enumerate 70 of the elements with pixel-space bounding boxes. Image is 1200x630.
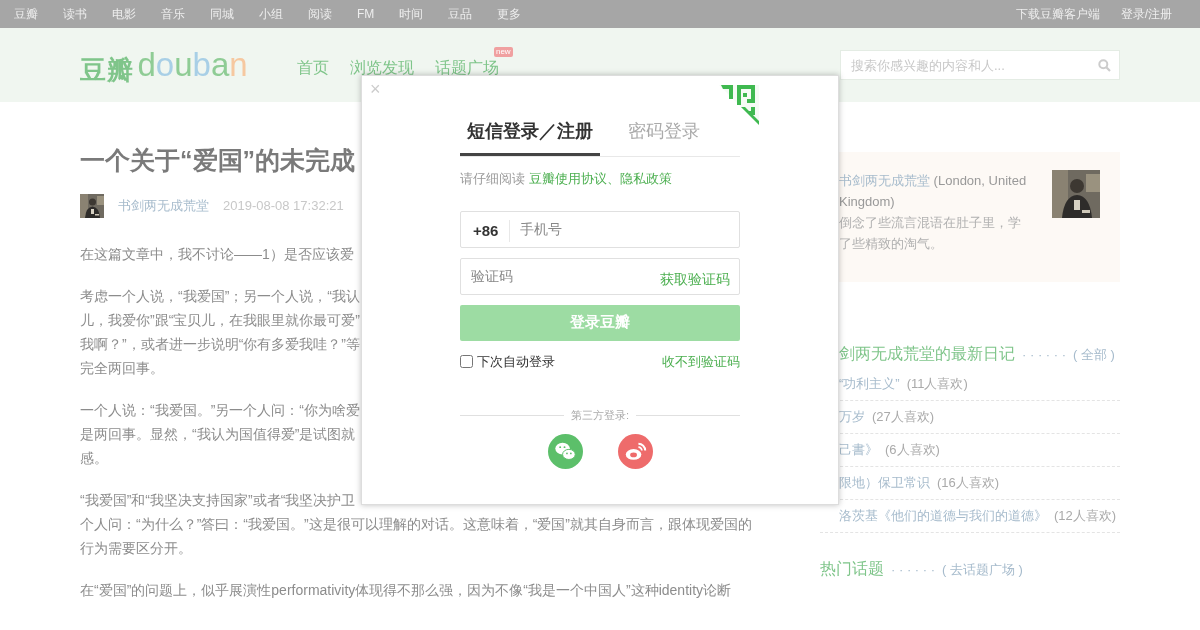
top-nav-link[interactable]: 阅读	[308, 5, 332, 23]
diary-link[interactable]: 洛茨基《他们的道德与我们的道德》	[839, 508, 1047, 523]
profile-bio: 倒念了些流言混语在肚子里，学	[839, 214, 1021, 232]
top-nav-link[interactable]: 小组	[259, 5, 283, 23]
like-count: (27人喜欢)	[872, 409, 935, 424]
diary-link[interactable]: “功利主义”	[839, 376, 900, 391]
paragraph-text: 一个人说：“我爱国。”另一个人问：“你为啥爱	[80, 401, 360, 420]
wechat-icon[interactable]	[547, 433, 583, 469]
weibo-icon[interactable]	[617, 433, 653, 469]
code-field[interactable]: 验证码 获取验证码	[460, 257, 740, 295]
all-link[interactable]: ( 全部 )	[1073, 345, 1115, 365]
top-nav-link[interactable]: 音乐	[161, 5, 185, 23]
like-count: (6人喜欢)	[885, 442, 940, 457]
article-title: 一个关于“爱国”的未完成	[80, 145, 356, 176]
top-nav-link[interactable]: FM	[357, 5, 375, 23]
profile-info: 书剑两无成荒堂 (London, United Kingdom)	[839, 172, 1028, 211]
dotted-leader: · · · · · ·	[1022, 346, 1067, 364]
top-nav-link[interactable]: 同城	[210, 5, 234, 23]
remember-label: 下次自动登录	[476, 352, 555, 371]
top-nav-link[interactable]: 更多	[497, 5, 522, 23]
douban-logo[interactable]: 豆瓣 douban	[80, 40, 248, 90]
agreement-link[interactable]: 豆瓣使用协议、隐私政策	[528, 171, 672, 186]
top-nav-link[interactable]: 下载豆瓣客户端	[1015, 5, 1100, 23]
top-nav-link[interactable]: 读书	[63, 5, 87, 23]
paragraph-text: 儿，我爱你”跟“宝贝儿，在我眼里就你最可爱”	[80, 311, 360, 330]
nav-link[interactable]: 首页	[296, 59, 329, 76]
get-code-link[interactable]: 获取验证码	[660, 268, 739, 290]
top-nav-link[interactable]: 豆品	[448, 5, 473, 23]
like-count: (12人喜欢)	[1054, 508, 1117, 523]
paragraph-text: 个人问：“为什么？”答曰：“我爱国。”这是很可以理解的对话。这意味着，“爱国”就其自身而言，跟体现爱国的	[80, 515, 752, 534]
new-badge: new	[493, 47, 513, 57]
paragraph-text: 感。	[80, 449, 108, 468]
login-tab[interactable]: 密码登录	[621, 112, 707, 156]
top-nav-link[interactable]: 豆瓣	[14, 5, 38, 23]
phone-field[interactable]: +86 手机号	[460, 210, 740, 248]
no-code-link[interactable]: 收不到验证码	[662, 351, 740, 371]
verification-code-field[interactable]: 验证码	[461, 258, 660, 294]
top-nav-link[interactable]: 时间	[399, 5, 424, 23]
paragraph-text: “我爱国”和“我坚决支持国家”或者“我坚决护卫	[80, 491, 356, 510]
paragraph-text: 是两回事。显然，“我认为国值得爱”是试图就	[80, 425, 356, 444]
login-tab[interactable]: 短信登录／注册	[460, 112, 600, 156]
paragraph-text: 在这篇文章中，我不讨论——1）是否应该爱	[80, 245, 354, 264]
phone-number-field[interactable]: 手机号	[510, 211, 739, 247]
country-code: +86	[461, 220, 511, 242]
agreement-text: 请仔细阅读	[460, 171, 525, 186]
diary-link[interactable]: 万岁	[839, 409, 865, 424]
like-count: (16人喜欢)	[937, 475, 1000, 490]
top-nav-link[interactable]: 登录/注册	[1120, 5, 1172, 23]
dotted-leader: · · · · · ·	[891, 561, 936, 579]
diary-link[interactable]: 己書》	[839, 442, 878, 457]
nav-link[interactable]: 话题广场	[434, 59, 499, 76]
search-icon[interactable]	[1098, 59, 1111, 72]
profile-bio: 了些精致的淘气。	[839, 235, 943, 253]
section-title: 剑两无成荒堂的最新日记	[839, 344, 1015, 364]
paragraph-text: 行为需要区分开。	[80, 539, 192, 558]
qr-code-icon[interactable]	[719, 85, 759, 125]
close-button[interactable]: ×	[370, 78, 381, 100]
remember-checkbox[interactable]	[460, 354, 473, 368]
paragraph-text: 完全两回事。	[80, 359, 164, 378]
nav-link[interactable]: 浏览发现	[349, 59, 414, 76]
paragraph-text: 在“爱国”的问题上，似乎展演性performativity体现得不那么强，因为不像“我是一个中国人”这种identity论断	[80, 581, 732, 600]
author-link[interactable]: 书剑两无成荒堂	[118, 196, 209, 216]
paragraph-text: 考虑一个人说，“我爱国”；另一个人说，“我认	[80, 287, 360, 306]
diary-link[interactable]: 限地）保卫常识	[839, 475, 930, 490]
top-nav-link[interactable]: 电影	[112, 5, 136, 23]
like-count: (11人喜欢)	[906, 376, 968, 391]
section-title: 热门话题	[820, 559, 884, 579]
profile-name-link[interactable]: 书剑两无成荒堂	[839, 173, 930, 188]
topic-square-link[interactable]: ( 去话题广场 )	[942, 560, 1023, 580]
paragraph-text: 我啊？”，或者进一步说明“你有多爱我哇？”等	[80, 335, 360, 354]
